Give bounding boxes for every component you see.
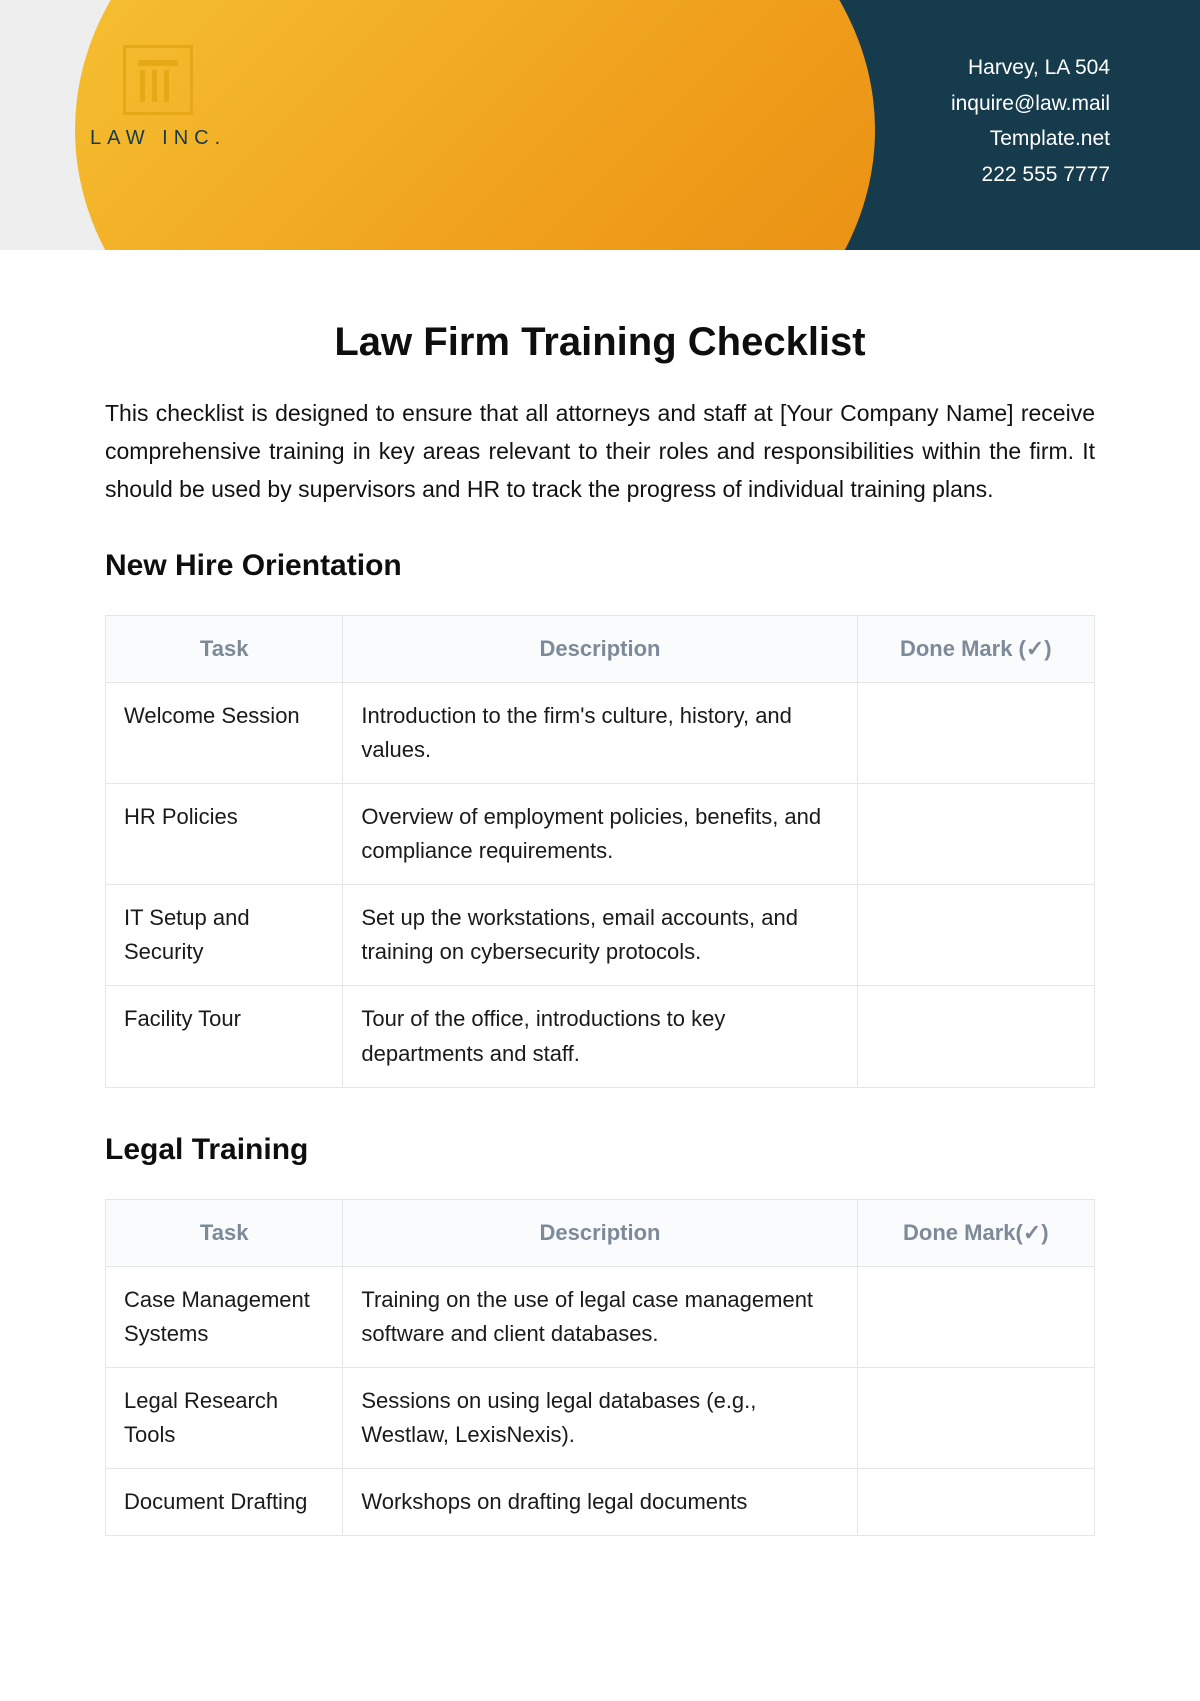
- cell-task: Legal Research Tools: [106, 1367, 343, 1468]
- table-row: Legal Research Tools Sessions on using l…: [106, 1367, 1095, 1468]
- col-description-header: Description: [343, 615, 857, 682]
- section-heading-orientation: New Hire Orientation: [105, 549, 1095, 583]
- cell-task: Welcome Session: [106, 682, 343, 783]
- section-heading-legal: Legal Training: [105, 1133, 1095, 1167]
- pillar-icon: [123, 45, 193, 115]
- contact-phone: 222 555 7777: [951, 157, 1110, 193]
- cell-done[interactable]: [857, 1469, 1094, 1536]
- table-row: HR Policies Overview of employment polic…: [106, 784, 1095, 885]
- cell-description: Overview of employment policies, benefit…: [343, 784, 857, 885]
- cell-done[interactable]: [857, 885, 1094, 986]
- cell-description: Tour of the office, introductions to key…: [343, 986, 857, 1087]
- col-task-header: Task: [106, 1199, 343, 1266]
- cell-done[interactable]: [857, 1266, 1094, 1367]
- table-row: Case Management Systems Training on the …: [106, 1266, 1095, 1367]
- col-done-header: Done Mark(✓): [857, 1199, 1094, 1266]
- cell-description: Workshops on drafting legal documents: [343, 1469, 857, 1536]
- col-done-header: Done Mark (✓): [857, 615, 1094, 682]
- cell-done[interactable]: [857, 1367, 1094, 1468]
- cell-description: Set up the workstations, email accounts,…: [343, 885, 857, 986]
- logo-text: LAW INC.: [90, 127, 226, 150]
- cell-done[interactable]: [857, 682, 1094, 783]
- cell-task: HR Policies: [106, 784, 343, 885]
- cell-task: Document Drafting: [106, 1469, 343, 1536]
- cell-task: Facility Tour: [106, 986, 343, 1087]
- cell-done[interactable]: [857, 986, 1094, 1087]
- contact-email: inquire@law.mail: [951, 86, 1110, 122]
- cell-task: Case Management Systems: [106, 1266, 343, 1367]
- col-description-header: Description: [343, 1199, 857, 1266]
- col-task-header: Task: [106, 615, 343, 682]
- table-legal: Task Description Done Mark(✓) Case Manag…: [105, 1199, 1095, 1537]
- table-row: Document Drafting Workshops on drafting …: [106, 1469, 1095, 1536]
- logo-block: LAW INC.: [90, 45, 226, 150]
- table-header-row: Task Description Done Mark(✓): [106, 1199, 1095, 1266]
- contact-block: Harvey, LA 504 inquire@law.mail Template…: [951, 50, 1110, 193]
- cell-description: Sessions on using legal databases (e.g.,…: [343, 1367, 857, 1468]
- table-row: Facility Tour Tour of the office, introd…: [106, 986, 1095, 1087]
- table-row: Welcome Session Introduction to the firm…: [106, 682, 1095, 783]
- cell-task: IT Setup and Security: [106, 885, 343, 986]
- table-orientation: Task Description Done Mark (✓) Welcome S…: [105, 615, 1095, 1088]
- table-row: IT Setup and Security Set up the worksta…: [106, 885, 1095, 986]
- cell-description: Training on the use of legal case manage…: [343, 1266, 857, 1367]
- contact-site: Template.net: [951, 121, 1110, 157]
- page-title: Law Firm Training Checklist: [105, 320, 1095, 365]
- content: Law Firm Training Checklist This checkli…: [0, 250, 1200, 1536]
- cell-description: Introduction to the firm's culture, hist…: [343, 682, 857, 783]
- intro-paragraph: This checklist is designed to ensure tha…: [105, 395, 1095, 509]
- header: LAW INC. Harvey, LA 504 inquire@law.mail…: [0, 0, 1200, 250]
- table-header-row: Task Description Done Mark (✓): [106, 615, 1095, 682]
- contact-address: Harvey, LA 504: [951, 50, 1110, 86]
- cell-done[interactable]: [857, 784, 1094, 885]
